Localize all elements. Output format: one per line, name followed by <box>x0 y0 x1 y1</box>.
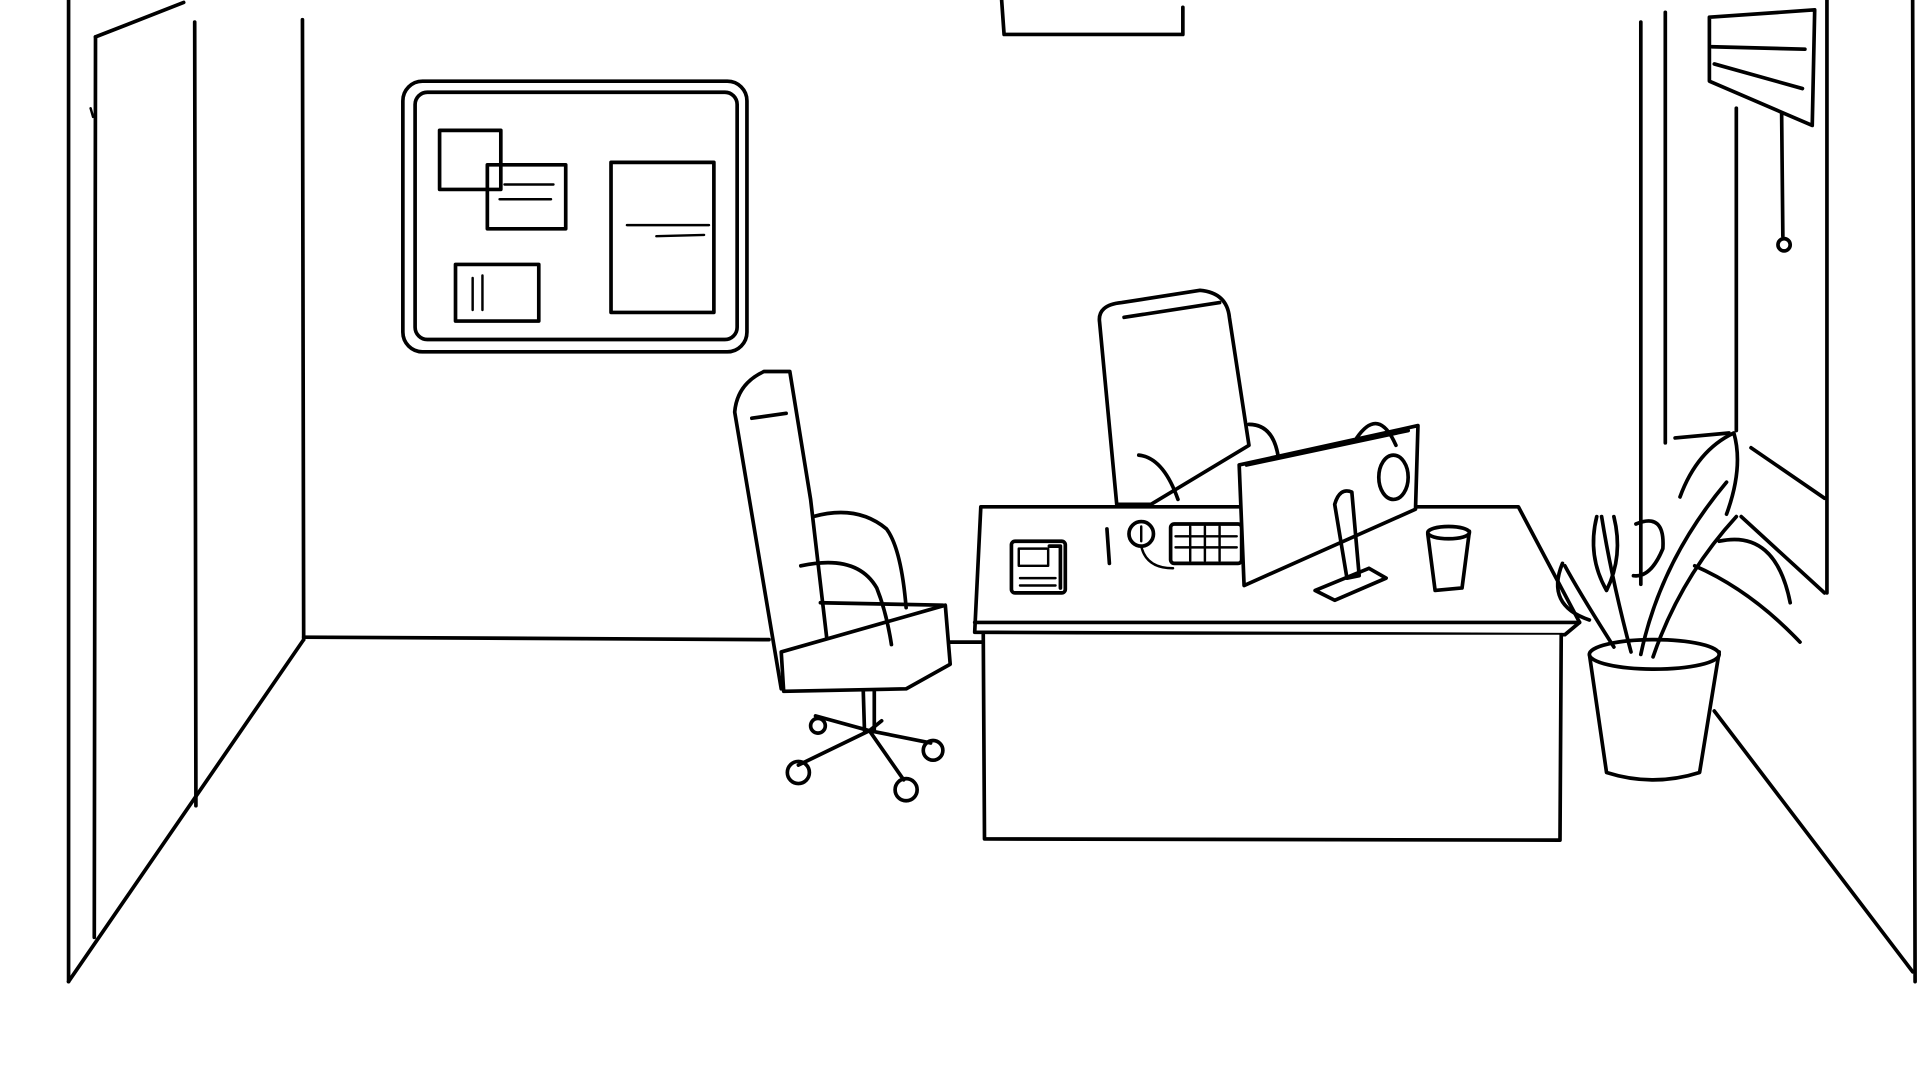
visitor-chair <box>732 369 953 803</box>
keyboard <box>1168 522 1244 566</box>
pen <box>1105 527 1112 566</box>
left-door <box>66 0 198 984</box>
potted-plant <box>1555 431 1802 782</box>
ceiling-light <box>999 0 1185 37</box>
coffee-cup <box>1425 524 1472 593</box>
bulletin-board <box>401 79 749 354</box>
desk-phone <box>1009 539 1068 595</box>
hanging-sign <box>1707 7 1817 253</box>
office-sketch <box>66 0 1917 984</box>
